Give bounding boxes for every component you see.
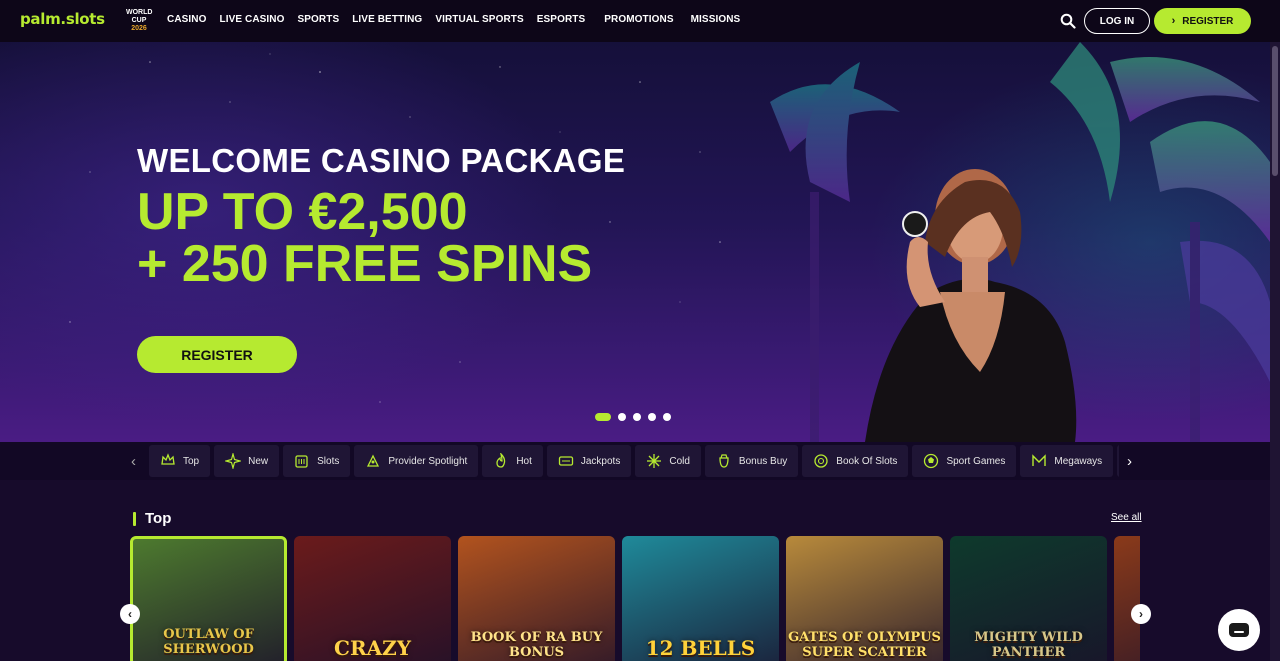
game-tile[interactable]: CRAZY: [294, 536, 451, 661]
register-button[interactable]: › REGISTER: [1154, 8, 1251, 34]
category-chip-top[interactable]: Top: [149, 445, 211, 477]
hostess-figure: [865, 169, 1077, 442]
game-tile[interactable]: OUTLAW OF SHERWOOD: [130, 536, 287, 661]
world-cup-line2: CUP: [131, 17, 147, 24]
category-chip-slots[interactable]: Slots: [283, 445, 351, 477]
category-label: Book Of Slots: [836, 455, 898, 467]
see-all-link[interactable]: See all: [1111, 512, 1142, 523]
nav-live-betting[interactable]: LIVE BETTING: [352, 14, 422, 25]
register-label: REGISTER: [1182, 15, 1234, 27]
category-label: Cold: [669, 455, 690, 467]
game-title: CRAZY: [334, 636, 411, 660]
category-label: Megaways: [1054, 455, 1103, 467]
section-accent-bar: [133, 511, 136, 526]
category-label: Hot: [516, 455, 532, 467]
section-title-text: Top: [145, 510, 172, 527]
game-title: MIGHTY WILD PANTHER: [974, 630, 1083, 660]
nav-promotions[interactable]: PROMOTIONS: [604, 14, 673, 25]
carousel-dot-3[interactable]: [633, 413, 641, 421]
game-tile[interactable]: 12 BELLS: [622, 536, 779, 661]
top-header: palm.slots WORLD CUP 2026 CASINO LIVE CA…: [0, 0, 1280, 42]
hero-heading: WELCOME CASINO PACKAGE: [137, 142, 626, 179]
scrollbar-thumb[interactable]: [1272, 46, 1278, 176]
ball-icon: [924, 453, 939, 469]
carousel-dot-4[interactable]: [648, 413, 656, 421]
category-chip-jackpots[interactable]: Jackpots: [546, 445, 632, 477]
chat-icon: [1229, 623, 1249, 637]
book-icon: [814, 454, 828, 468]
nav-esports[interactable]: ESPORTS: [537, 14, 586, 25]
world-cup-badge[interactable]: WORLD CUP 2026: [126, 9, 152, 33]
flame-icon: [496, 453, 506, 468]
category-label: Top: [183, 455, 200, 467]
carousel-dots: [595, 413, 671, 421]
sparkle-icon: [225, 453, 242, 469]
logo-text: palm.slots: [20, 10, 105, 28]
jackpot-icon: [558, 456, 574, 466]
category-next-arrow-icon[interactable]: ›: [1127, 453, 1132, 470]
category-list: Top New Slots Provider Spotlight Hot Jackpots…: [149, 445, 1119, 477]
page-scrollbar[interactable]: [1270, 42, 1280, 661]
category-prev-arrow-icon[interactable]: ‹: [131, 453, 136, 470]
nav-live-casino[interactable]: LIVE CASINO: [220, 14, 285, 25]
category-label: Provider Spotlight: [388, 455, 468, 467]
game-title: BOOK OF RA BUY BONUS: [470, 630, 603, 660]
palmslots-logo[interactable]: palm.slots: [20, 10, 105, 28]
games-prev-arrow-icon[interactable]: ‹: [120, 604, 140, 624]
category-bar: ‹ Top New Slots Provider Spotlight Hot Jackpo…: [0, 442, 1270, 480]
category-chip-megaways[interactable]: Megaways: [1020, 445, 1114, 477]
hero-banner[interactable]: WELCOME CASINO PACKAGE UP TO €2,500 + 25…: [0, 42, 1270, 442]
category-chip-table-g[interactable]: Table G: [1117, 445, 1119, 477]
category-label: Sport Games: [946, 455, 1006, 467]
bonus-bag-icon: [719, 454, 729, 468]
carousel-dot-2[interactable]: [618, 413, 626, 421]
category-chip-new[interactable]: New: [214, 445, 280, 477]
snowflake-icon: [647, 454, 662, 468]
game-title: GATES OF OLYMPUS SUPER SCATTER: [788, 630, 941, 660]
crown-icon: [161, 453, 175, 465]
category-chip-hot[interactable]: Hot: [482, 445, 543, 477]
carousel-dot-5[interactable]: [663, 413, 671, 421]
hero-bonus-amount: UP TO €2,500: [137, 183, 468, 241]
world-cup-year: 2026: [131, 25, 147, 32]
main-nav: CASINO LIVE CASINO SPORTS LIVE BETTING V…: [167, 14, 740, 25]
carousel-dot-1[interactable]: [595, 413, 611, 421]
login-button[interactable]: LOG IN: [1084, 8, 1150, 34]
category-chip-cold[interactable]: Cold: [635, 445, 701, 477]
nav-casino[interactable]: CASINO: [167, 14, 207, 25]
hero-register-button[interactable]: REGISTER: [137, 336, 297, 373]
chat-support-button[interactable]: [1218, 609, 1260, 651]
game-tile[interactable]: GATES OF OLYMPUS SUPER SCATTER: [786, 536, 943, 661]
spotlight-icon: [367, 454, 380, 467]
game-title: OUTLAW OF SHERWOOD: [163, 627, 254, 657]
search-icon[interactable]: [1060, 13, 1076, 29]
category-chip-provider-spotlight[interactable]: Provider Spotlight: [354, 445, 479, 477]
hero-free-spins: + 250 FREE SPINS: [137, 235, 593, 293]
game-carousel: OUTLAW OF SHERWOOD CRAZY BOOK OF RA BUY BO…: [130, 536, 1140, 661]
slot-machine-icon: [295, 455, 308, 468]
top-section-title: Top: [133, 510, 171, 527]
palm-trees-illustration: [770, 42, 1270, 442]
nav-missions[interactable]: MISSIONS: [691, 14, 741, 25]
chevron-right-icon: ›: [1171, 15, 1176, 27]
game-tile[interactable]: BOOK OF RA BUY BONUS: [458, 536, 615, 661]
category-chip-bonus-buy[interactable]: Bonus Buy: [704, 445, 799, 477]
nav-sports[interactable]: SPORTS: [298, 14, 340, 25]
category-label: New: [248, 455, 269, 467]
category-label: Bonus Buy: [738, 455, 788, 467]
megaways-icon: [1032, 454, 1047, 466]
nav-virtual-sports[interactable]: VIRTUAL SPORTS: [435, 14, 523, 25]
game-tile[interactable]: MIGHTY WILD PANTHER: [950, 536, 1107, 661]
world-cup-line1: WORLD: [126, 9, 153, 16]
category-chip-sport-games[interactable]: Sport Games: [912, 445, 1017, 477]
category-label: Slots: [317, 455, 340, 467]
game-title: 12 BELLS: [645, 636, 756, 660]
category-label: Jackpots: [580, 455, 621, 467]
game-tile[interactable]: [1114, 536, 1140, 661]
category-chip-book-of-slots[interactable]: Book Of Slots: [802, 445, 909, 477]
games-next-arrow-icon[interactable]: ›: [1131, 604, 1151, 624]
